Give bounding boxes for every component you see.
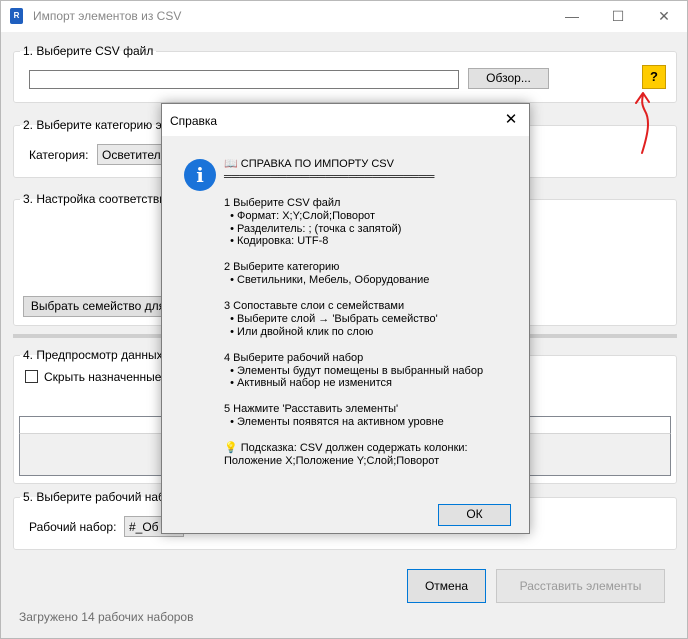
help-button[interactable]: ?	[642, 65, 666, 89]
hide-assigned-checkbox[interactable]	[25, 370, 38, 383]
browse-button[interactable]: Обзор...	[468, 68, 549, 89]
cancel-button[interactable]: Отмена	[407, 569, 486, 603]
category-label: Категория:	[29, 148, 89, 162]
title-bar: R Импорт элементов из CSV — ☐ ✕	[1, 1, 687, 32]
hide-assigned-label: Скрыть назначенные	[44, 370, 162, 384]
csv-file-group-legend: 1. Выберите CSV файл	[23, 44, 154, 58]
csv-path-input[interactable]	[29, 70, 459, 89]
help-dialog-close-icon[interactable]: ✕	[501, 110, 521, 130]
status-text: Загружено 14 рабочих наборов	[19, 610, 194, 624]
maximize-button[interactable]: ☐	[606, 5, 630, 27]
select-family-button[interactable]: Выбрать семейство для	[23, 296, 173, 317]
mapping-group-legend: 3. Настройка соответстви	[23, 192, 166, 206]
minimize-button[interactable]: —	[560, 5, 584, 27]
place-elements-button[interactable]: Расставить элементы	[496, 569, 665, 603]
window-title: Импорт элементов из CSV	[33, 9, 182, 23]
category-group-legend: 2. Выберите категорию эл	[23, 118, 169, 132]
help-dialog-title-bar: Справка ✕	[162, 104, 529, 136]
info-icon: i	[184, 159, 216, 191]
ok-button[interactable]: ОК	[438, 504, 511, 526]
preview-group-legend: 4. Предпросмотр данных	[23, 348, 163, 362]
app-icon: R	[10, 8, 23, 24]
workset-group-legend: 5. Выберите рабочий наб	[23, 490, 165, 504]
annotation-arrow	[635, 92, 650, 154]
help-dialog-title: Справка	[170, 114, 218, 128]
help-dialog: Справка ✕ i 📖 СПРАВКА ПО ИМПОРТУ CSV ═══…	[161, 103, 530, 534]
help-text: 📖 СПРАВКА ПО ИМПОРТУ CSV ═══════════════…	[224, 158, 484, 467]
workset-label: Рабочий набор:	[29, 520, 117, 534]
close-button[interactable]: ✕	[652, 5, 676, 27]
